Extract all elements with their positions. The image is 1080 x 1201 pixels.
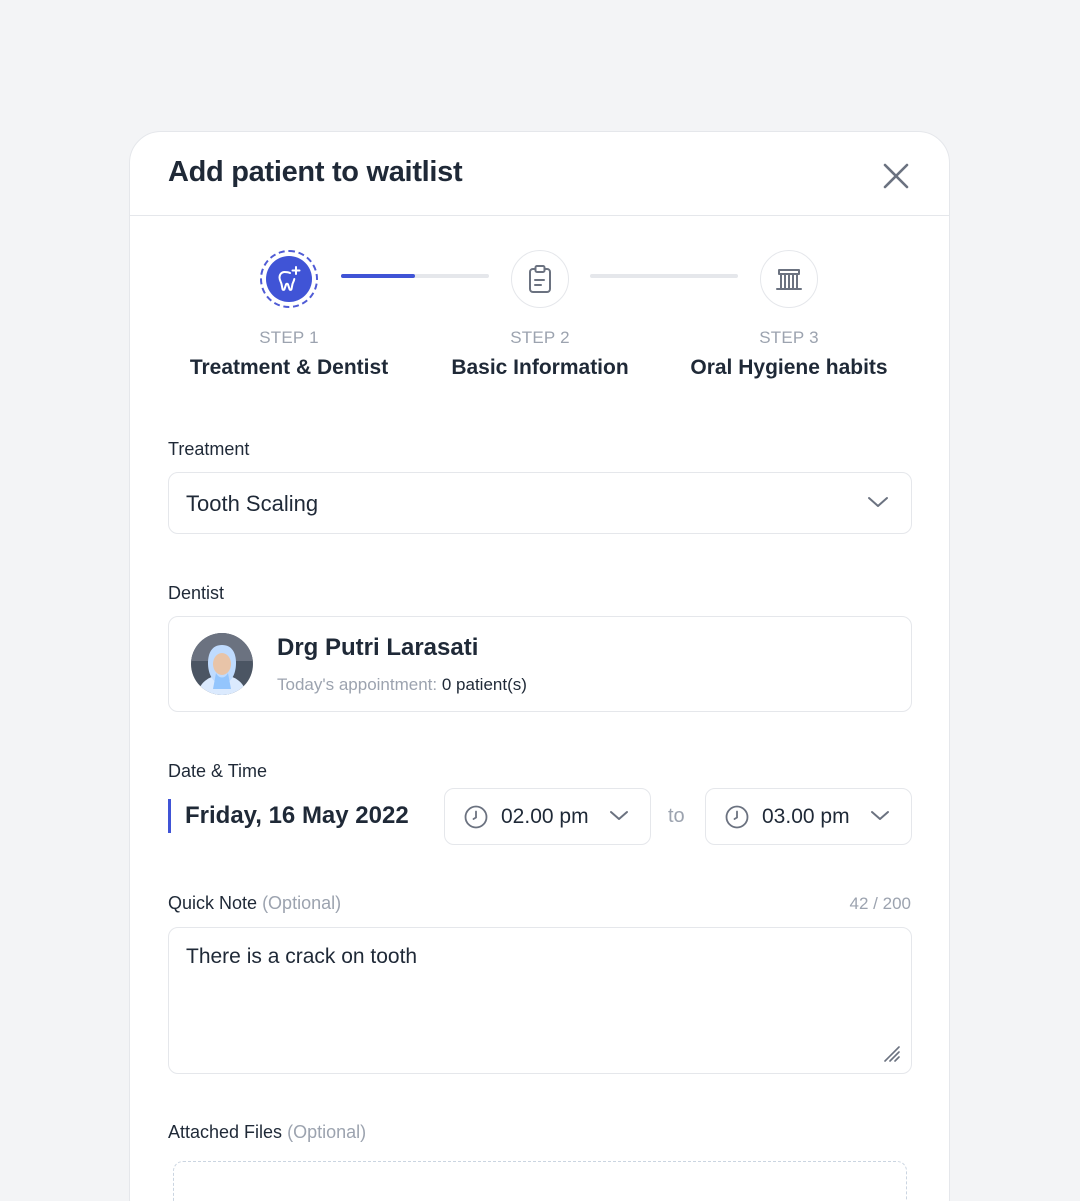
end-time-select[interactable]: 03.00 pm	[705, 788, 912, 845]
close-button[interactable]	[876, 156, 916, 196]
step-1-label: Treatment & Dentist	[189, 356, 389, 379]
attached-files-label: Attached Files (Optional)	[168, 1122, 366, 1143]
step-2-label: Basic Information	[451, 356, 629, 379]
modal-title: Add patient to waitlist	[168, 156, 463, 188]
step-2[interactable]: STEP 2 Basic Information	[410, 250, 670, 380]
quick-note-optional: (Optional)	[262, 893, 342, 913]
time-range-separator: to	[668, 805, 685, 827]
step-3-number: STEP 3	[759, 328, 819, 347]
chevron-down-icon	[868, 497, 888, 507]
quick-note-title: Quick Note	[168, 893, 258, 913]
close-icon	[883, 163, 909, 189]
modal-header: Add patient to waitlist	[130, 132, 949, 216]
resize-handle-icon[interactable]	[883, 1045, 901, 1063]
tooth-sparkle-icon	[278, 266, 301, 291]
step-1[interactable]: STEP 1 Treatment & Dentist	[159, 250, 419, 380]
step-2-indicator	[511, 250, 569, 308]
quick-note-textarea[interactable]: There is a crack on tooth	[168, 927, 912, 1074]
chevron-down-icon	[871, 811, 889, 820]
dentist-name: Drg Putri Larasati	[277, 634, 479, 661]
file-dropzone[interactable]	[173, 1161, 907, 1201]
dentist-card[interactable]: Drg Putri Larasati Today's appointment: …	[168, 616, 912, 712]
appointment-count: 0 patient(s)	[441, 675, 527, 694]
datetime-label: Date & Time	[168, 761, 268, 781]
step-1-indicator	[260, 250, 318, 308]
quick-note-value: There is a crack on tooth	[186, 945, 418, 968]
start-time-value: 02.00 pm	[501, 805, 589, 828]
start-time-select[interactable]: 02.00 pm	[444, 788, 651, 845]
treatment-label: Treatment	[168, 439, 250, 459]
step-1-number: STEP 1	[259, 328, 319, 347]
quick-note-label: Quick Note (Optional)	[168, 893, 341, 914]
clock-icon	[725, 805, 749, 829]
dentist-appointments: Today's appointment: 0 patient(s)	[277, 675, 527, 695]
end-time-value: 03.00 pm	[762, 805, 850, 828]
step-2-number: STEP 2	[510, 328, 570, 347]
clipboard-icon	[529, 265, 551, 293]
attached-files-title: Attached Files	[168, 1122, 283, 1142]
avatar	[191, 633, 253, 695]
treatment-value: Tooth Scaling	[186, 491, 319, 516]
attached-files-optional: (Optional)	[287, 1122, 367, 1142]
date-value[interactable]: Friday, 16 May 2022	[168, 799, 409, 833]
chevron-down-icon	[610, 811, 628, 820]
waitlist-modal: Add patient to waitlist STEP 1 Treatment…	[129, 131, 950, 1201]
appointment-label: Today's appointment:	[277, 675, 438, 694]
step-3[interactable]: STEP 3 Oral Hygiene habits	[659, 250, 919, 380]
toothbrush-icon	[776, 269, 802, 290]
step-3-label: Oral Hygiene habits	[690, 356, 888, 379]
character-count: 42 / 200	[849, 894, 911, 913]
step-3-indicator	[760, 250, 818, 308]
clock-icon	[464, 805, 488, 829]
dentist-label: Dentist	[168, 583, 225, 603]
treatment-select[interactable]: Tooth Scaling	[168, 472, 912, 534]
